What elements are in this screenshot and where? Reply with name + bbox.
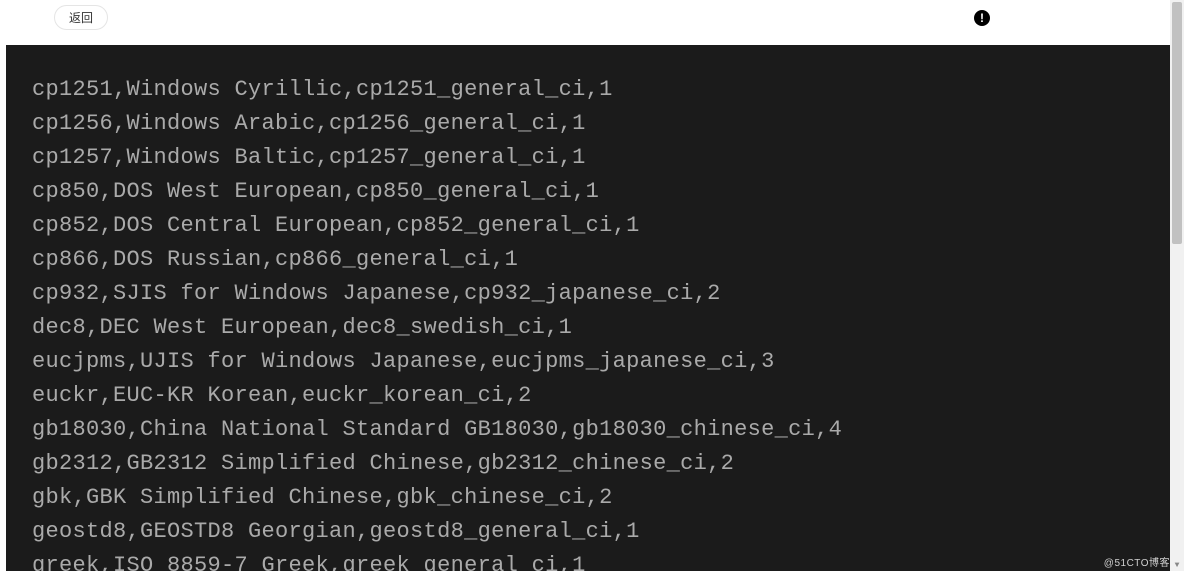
output-line: gbk,GBK Simplified Chinese,gbk_chinese_c… — [32, 481, 1152, 515]
terminal-output: cp1251,Windows Cyrillic,cp1251_general_c… — [6, 45, 1178, 571]
output-line: cp1256,Windows Arabic,cp1256_general_ci,… — [32, 107, 1152, 141]
output-line: euckr,EUC-KR Korean,euckr_korean_ci,2 — [32, 379, 1152, 413]
output-line: gb18030,China National Standard GB18030,… — [32, 413, 1152, 447]
output-line: cp866,DOS Russian,cp866_general_ci,1 — [32, 243, 1152, 277]
output-line: greek,ISO 8859-7 Greek,greek_general_ci,… — [32, 549, 1152, 571]
output-line: eucjpms,UJIS for Windows Japanese,eucjpm… — [32, 345, 1152, 379]
output-line: dec8,DEC West European,dec8_swedish_ci,1 — [32, 311, 1152, 345]
vertical-scrollbar[interactable] — [1170, 0, 1184, 571]
output-line: cp1251,Windows Cyrillic,cp1251_general_c… — [32, 73, 1152, 107]
header-bar: 返回 ! — [0, 0, 1184, 35]
output-line: cp932,SJIS for Windows Japanese,cp932_ja… — [32, 277, 1152, 311]
back-button[interactable]: 返回 — [54, 5, 108, 30]
output-line: cp1257,Windows Baltic,cp1257_general_ci,… — [32, 141, 1152, 175]
output-line: cp850,DOS West European,cp850_general_ci… — [32, 175, 1152, 209]
output-line: geostd8,GEOSTD8 Georgian,geostd8_general… — [32, 515, 1152, 549]
output-line: cp852,DOS Central European,cp852_general… — [32, 209, 1152, 243]
watermark: @51CTO博客 — [1104, 554, 1170, 569]
scroll-thumb[interactable] — [1172, 2, 1182, 244]
output-line: gb2312,GB2312 Simplified Chinese,gb2312_… — [32, 447, 1152, 481]
exclamation-icon[interactable]: ! — [974, 10, 990, 26]
chevron-down-icon[interactable]: ▼ — [1171, 559, 1183, 571]
